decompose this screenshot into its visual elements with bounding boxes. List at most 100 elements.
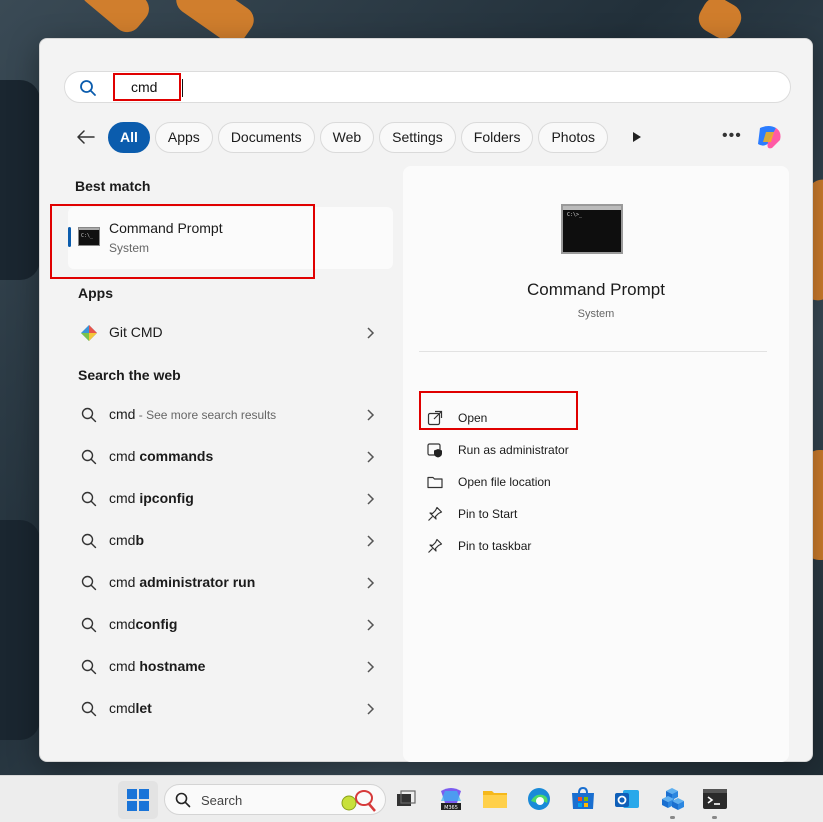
- web-result-suggestion: ipconfig: [139, 490, 194, 506]
- search-icon: [80, 80, 96, 96]
- taskbar: Search M365: [0, 775, 823, 822]
- highlight-box-best-match: [50, 204, 315, 279]
- file-explorer-icon: [483, 791, 507, 808]
- chevron-right-icon[interactable]: [365, 660, 375, 674]
- chevron-right-icon[interactable]: [365, 576, 375, 590]
- taskbar-search[interactable]: Search: [164, 784, 386, 815]
- filter-folders[interactable]: Folders: [460, 121, 534, 153]
- start-button[interactable]: [118, 781, 158, 819]
- command-prompt-large-icon: C:\>_: [561, 204, 623, 254]
- web-result-query: cmd: [109, 700, 136, 716]
- git-cmd-icon: [81, 325, 97, 341]
- outlook-icon: [615, 790, 639, 808]
- web-result-label: cmd - See more search results: [109, 406, 276, 422]
- web-result-suggestion: hostname: [139, 658, 206, 674]
- web-result-row[interactable]: cmd ipconfig: [68, 479, 393, 519]
- filter-web[interactable]: Web: [319, 121, 375, 153]
- search-icon: [81, 491, 97, 507]
- microsoft-store-button[interactable]: [569, 785, 597, 813]
- tennis-ball-racket-icon: [341, 790, 376, 812]
- search-icon: [81, 449, 97, 465]
- chevron-right-icon[interactable]: [365, 702, 375, 716]
- action-pin-to-taskbar[interactable]: Pin to taskbar: [427, 535, 727, 559]
- web-result-query: cmd: [109, 574, 140, 590]
- edge-browser-button[interactable]: [525, 785, 553, 813]
- filter-apps[interactable]: Apps: [154, 121, 213, 153]
- admin-shield-icon: [427, 443, 442, 458]
- action-label: Open file location: [458, 475, 551, 489]
- pin-icon: [428, 538, 443, 553]
- action-label: Pin to taskbar: [458, 539, 532, 553]
- filter-settings[interactable]: Settings: [379, 121, 456, 153]
- web-result-row[interactable]: cmdb: [68, 521, 393, 561]
- web-result-row[interactable]: cmd hostname: [68, 647, 393, 687]
- search-icon: [81, 701, 97, 717]
- web-result-query: cmd: [109, 448, 140, 464]
- filter-bar: All Apps Documents Web Settings Folders …: [74, 121, 647, 153]
- running-indicator: [712, 816, 717, 819]
- search-icon: [175, 792, 191, 808]
- web-result-suggestion: b: [135, 532, 145, 548]
- chevron-right-icon[interactable]: [365, 408, 375, 422]
- action-label: Pin to Start: [458, 507, 518, 521]
- search-icon: [81, 533, 97, 549]
- web-result-label: cmd administrator run: [109, 574, 255, 590]
- best-match-heading: Best match: [75, 178, 151, 194]
- chevron-right-icon[interactable]: [365, 492, 375, 506]
- taskbar-search-placeholder: Search: [201, 793, 243, 808]
- highlight-box-run-as-admin: [419, 391, 578, 430]
- task-view-button[interactable]: [392, 785, 420, 813]
- filter-photos[interactable]: Photos: [538, 121, 609, 153]
- more-options-button[interactable]: •••: [722, 127, 742, 145]
- web-result-row[interactable]: cmd administrator run: [68, 563, 393, 603]
- chevron-right-icon[interactable]: [365, 326, 375, 340]
- web-result-label: cmdb: [109, 532, 144, 548]
- chevron-right-icon[interactable]: [365, 534, 375, 548]
- web-result-row[interactable]: cmd commands: [68, 437, 393, 477]
- action-pin-to-start[interactable]: Pin to Start: [427, 503, 727, 527]
- more-filters-button[interactable]: [627, 127, 647, 147]
- web-result-label: cmd commands: [109, 448, 213, 464]
- web-result-suggestion: commands: [139, 448, 214, 464]
- m365-app-button[interactable]: M365: [437, 785, 465, 813]
- web-result-label: cmd ipconfig: [109, 490, 194, 506]
- m365-label: M365: [444, 805, 458, 811]
- web-result-suggestion: administrator run: [139, 574, 256, 590]
- web-result-suggestion: config: [135, 616, 178, 632]
- web-result-query: cmd: [109, 490, 140, 506]
- action-open-file-location[interactable]: Open file location: [427, 471, 727, 495]
- search-input[interactable]: [113, 73, 181, 101]
- file-explorer-button[interactable]: [481, 785, 509, 813]
- detail-pane: C:\>_ Command Prompt System Open Run as …: [403, 166, 789, 762]
- web-result-row[interactable]: cmdlet: [68, 689, 393, 729]
- azure-tool-button[interactable]: [658, 785, 686, 813]
- search-icon: [81, 617, 97, 633]
- back-button[interactable]: [74, 125, 98, 149]
- copilot-icon[interactable]: [754, 122, 784, 152]
- store-icon: [572, 786, 594, 809]
- terminal-button[interactable]: [701, 785, 729, 813]
- web-result-query: cmd: [109, 406, 136, 422]
- outlook-button[interactable]: [613, 785, 641, 813]
- web-result-row[interactable]: cmdconfig: [68, 605, 393, 645]
- action-label: Run as administrator: [458, 443, 569, 457]
- back-arrow-icon: [77, 130, 95, 144]
- search-icon: [81, 659, 97, 675]
- detail-divider: [419, 351, 767, 352]
- web-result-label: cmdconfig: [109, 616, 177, 632]
- action-run-as-administrator[interactable]: Run as administrator: [427, 439, 727, 463]
- web-result-query: cmd: [109, 658, 140, 674]
- app-result-git-cmd[interactable]: Git CMD: [68, 313, 393, 353]
- filter-documents[interactable]: Documents: [217, 121, 315, 153]
- web-result-row[interactable]: cmd - See more search results: [68, 395, 393, 435]
- web-result-suggestion: let: [135, 700, 152, 716]
- web-result-label: cmd hostname: [109, 658, 205, 674]
- edge-icon: [528, 788, 550, 810]
- folder-icon: [427, 476, 443, 489]
- chevron-right-icon[interactable]: [365, 450, 375, 464]
- filter-all[interactable]: All: [108, 121, 150, 153]
- chevron-right-icon[interactable]: [365, 618, 375, 632]
- running-indicator: [670, 816, 675, 819]
- search-box[interactable]: [64, 71, 791, 103]
- task-view-icon: [397, 790, 416, 806]
